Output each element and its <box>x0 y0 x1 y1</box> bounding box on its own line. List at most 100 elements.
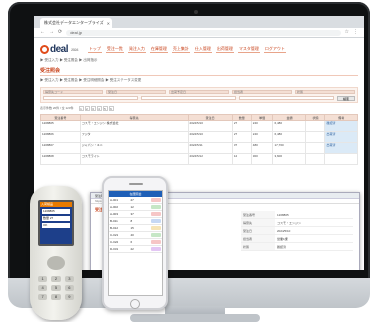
scanner-key[interactable]: 4 <box>38 285 48 291</box>
phone-list: A-001 27 A-002 12 A-003 37 B-011 8 B-012 15 C-021 4… <box>109 197 162 253</box>
table-cell: 37 <box>231 142 252 154</box>
star-icon[interactable]: ☆ <box>345 30 349 35</box>
address-bar: ← → ⟳ deal.jp ☆ ⋮ <box>34 28 364 38</box>
table-cell: 480 <box>250 142 274 154</box>
url-field[interactable]: deal.jp <box>66 29 341 36</box>
menu-icon[interactable]: ⋮ <box>353 30 358 35</box>
filter-row: 得意先コード 受注日 出荷予定日 担当者 状態 <box>43 90 355 94</box>
scanner-key[interactable]: 2 <box>51 276 61 282</box>
detail-value: 営業1課 <box>277 237 288 241</box>
scanner-dpad[interactable] <box>47 256 65 270</box>
table-cell: 1208805 <box>40 120 81 132</box>
filter-label: 得意先コード <box>43 90 103 94</box>
detail-row: 担当者 営業1課 <box>241 235 353 243</box>
item-name: A-003 <box>110 212 119 216</box>
filter-input[interactable] <box>141 96 236 100</box>
table-row[interactable]: 1208806 フジタ 2024/5/10 27 240 6,480 出荷済 <box>40 131 358 143</box>
filter-input[interactable] <box>239 96 334 100</box>
status-tag <box>151 212 161 216</box>
top-navigation: トップ 受注一覧 発注入力 在庫管理 売上集計 仕入管理 出荷管理 マスタ管理 ログアウト <box>87 46 286 53</box>
webcam <box>194 10 198 14</box>
item-qty: 37 <box>130 212 134 216</box>
pager: 表示件数 20件 / 全 120件 1 2 3 4 5 6 <box>40 106 358 111</box>
table-cell <box>305 142 326 154</box>
close-icon[interactable]: ✕ <box>107 21 110 26</box>
item-qty: 12 <box>130 205 134 209</box>
phone-list-item[interactable]: B-011 8 <box>109 218 162 225</box>
table-cell: 出荷済 <box>324 131 358 143</box>
page-button[interactable]: 2 <box>84 106 90 111</box>
phone-list-item[interactable]: C-021 40 <box>109 232 162 239</box>
phone-list-item[interactable]: D-031 22 <box>109 246 162 253</box>
nav-link[interactable]: 出荷管理 <box>215 46 234 53</box>
nav-link[interactable]: 売上集計 <box>171 46 190 53</box>
phone-list-item[interactable]: A-003 37 <box>109 211 162 218</box>
scanner-key[interactable]: 6 <box>64 285 74 291</box>
scanner-key[interactable]: 3 <box>64 276 74 282</box>
smartphone: 在庫照会 A-001 27 A-002 12 A-003 37 B-011 8 B-012 15 C… <box>102 176 168 310</box>
status-tag <box>151 198 161 202</box>
table-row[interactable]: 1208808 コスモライト 2024/5/12 12 300 3,600 <box>40 153 358 165</box>
table-cell <box>305 120 326 132</box>
nav-link[interactable]: トップ <box>87 46 102 53</box>
detail-key: 状態 <box>241 243 275 250</box>
page-button[interactable]: 1 <box>78 106 84 111</box>
table-cell: 1208807 <box>40 142 81 154</box>
table-cell: 確認済 <box>324 120 358 132</box>
detail-value: 1208805 <box>277 213 289 217</box>
filter-input[interactable] <box>43 96 138 100</box>
page-button[interactable]: 6 <box>108 106 114 111</box>
scanner-header: 入荷検品 <box>40 202 72 207</box>
table-cell: 27 <box>231 131 252 143</box>
page-button[interactable]: 3 <box>90 106 96 111</box>
app-header: deal 2024 トップ 受注一覧 発注入力 在庫管理 売上集計 仕入管理 出荷管理 マスタ… <box>40 42 358 56</box>
table-cell: 2024/5/11 <box>187 142 233 154</box>
search-button[interactable]: 検索 <box>337 96 355 101</box>
phone-list-item[interactable]: A-001 27 <box>109 197 162 204</box>
phone-speaker <box>129 183 143 185</box>
table-cell <box>305 153 326 165</box>
forward-icon[interactable]: → <box>49 30 54 35</box>
table-row[interactable]: 1208805 コスモ・エンジン 株式会社 2024/5/10 27 240 6,480 確… <box>40 120 358 132</box>
handheld-scanner: 入荷検品 1208805 数量 27 OK 123 456 789 <box>30 186 82 320</box>
detail-key: 受注日 <box>241 227 275 234</box>
table-cell: コスモ・エンジン 株式会社 <box>79 120 189 132</box>
nav-link[interactable]: マスタ管理 <box>237 46 260 53</box>
phone-list-item[interactable]: B-012 15 <box>109 225 162 232</box>
detail-value: 確認済 <box>277 245 287 249</box>
home-button[interactable] <box>130 299 140 309</box>
status-tag <box>151 219 161 223</box>
item-name: D-031 <box>110 247 119 251</box>
table-cell: 1208806 <box>40 131 81 143</box>
scanner-key[interactable]: 9 <box>64 294 74 300</box>
page-button[interactable]: 5 <box>102 106 108 111</box>
scanner-key[interactable]: 7 <box>38 294 48 300</box>
logo-text: deal <box>50 43 69 55</box>
phone-list-item[interactable]: C-022 6 <box>109 239 162 246</box>
nav-link[interactable]: 在庫管理 <box>149 46 168 53</box>
nav-link[interactable]: ログアウト <box>263 46 286 53</box>
back-icon[interactable]: ← <box>40 30 45 35</box>
table-cell: 2024/5/10 <box>187 120 233 132</box>
table-row[interactable]: 1208807 ジャパン・ユニ 2024/5/11 37 480 17,760 出荷済 <box>40 142 358 154</box>
page-button[interactable]: 4 <box>96 106 102 111</box>
browser-tab[interactable]: 株式会社データエンタープライズ ✕ <box>40 18 112 28</box>
filter-row: 検索 <box>43 96 355 101</box>
detail-value: コスモ・エンジン <box>277 221 302 225</box>
breadcrumb: ▶ 受注入力 ▶ 受注照会 ▶ 出荷指示 <box>40 58 98 62</box>
reload-icon[interactable]: ⟳ <box>58 30 62 35</box>
nav-link[interactable]: 発注入力 <box>127 46 146 53</box>
item-qty: 40 <box>130 233 134 237</box>
status-tag <box>151 226 161 230</box>
app-page: deal 2024 トップ 受注一覧 発注入力 在庫管理 売上集計 仕入管理 出荷管理 マスタ… <box>34 38 364 270</box>
scanner-key[interactable]: 1 <box>38 276 48 282</box>
detail-table: 受注番号 1208805 得意先 コスモ・エンジン 受注日 2024/5/10 担当者 営業1… <box>241 211 353 251</box>
scanner-key[interactable]: 5 <box>51 285 61 291</box>
sub-navigation[interactable]: ▶ 受注入力 ▶ 受注照会 ▶ 受注明細照会 ▶ 受注ステータス変更 <box>40 78 358 83</box>
detail-row: 状態 確認済 <box>241 243 353 251</box>
item-qty: 6 <box>130 240 133 244</box>
phone-list-item[interactable]: A-002 12 <box>109 204 162 211</box>
scanner-key[interactable]: 8 <box>51 294 61 300</box>
nav-link[interactable]: 受注一覧 <box>105 46 124 53</box>
nav-link[interactable]: 仕入管理 <box>193 46 212 53</box>
